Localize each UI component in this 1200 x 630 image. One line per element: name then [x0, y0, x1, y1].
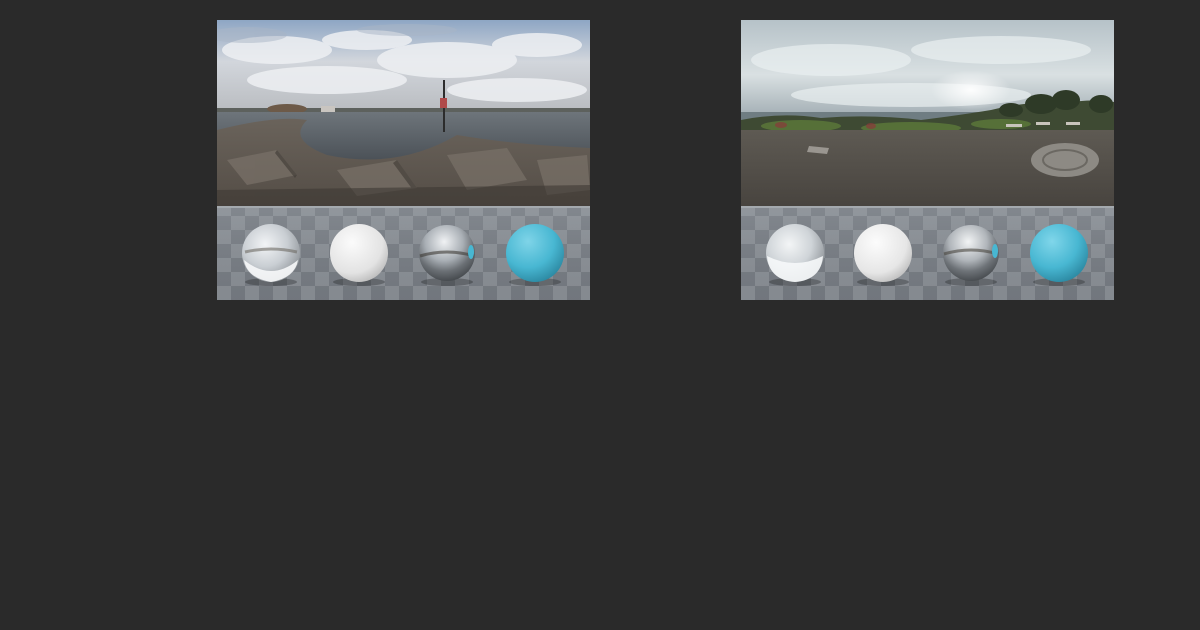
stone-circle: [1031, 143, 1099, 177]
glass-sphere: [766, 224, 824, 282]
hdri-preview-rocky-pier: [217, 20, 590, 300]
chrome-sphere: [419, 225, 475, 281]
hdri-card-rocky-pier[interactable]: [217, 20, 590, 300]
chrome-sphere: [943, 225, 999, 281]
blue-sphere: [1030, 224, 1088, 282]
white-matte-sphere: [854, 224, 912, 282]
glass-sphere: [242, 224, 300, 282]
hdri-card-coastal-park[interactable]: [741, 20, 1114, 300]
blue-sphere: [506, 224, 564, 282]
hdri-preview-coastal-park: [741, 20, 1114, 300]
white-matte-sphere: [330, 224, 388, 282]
